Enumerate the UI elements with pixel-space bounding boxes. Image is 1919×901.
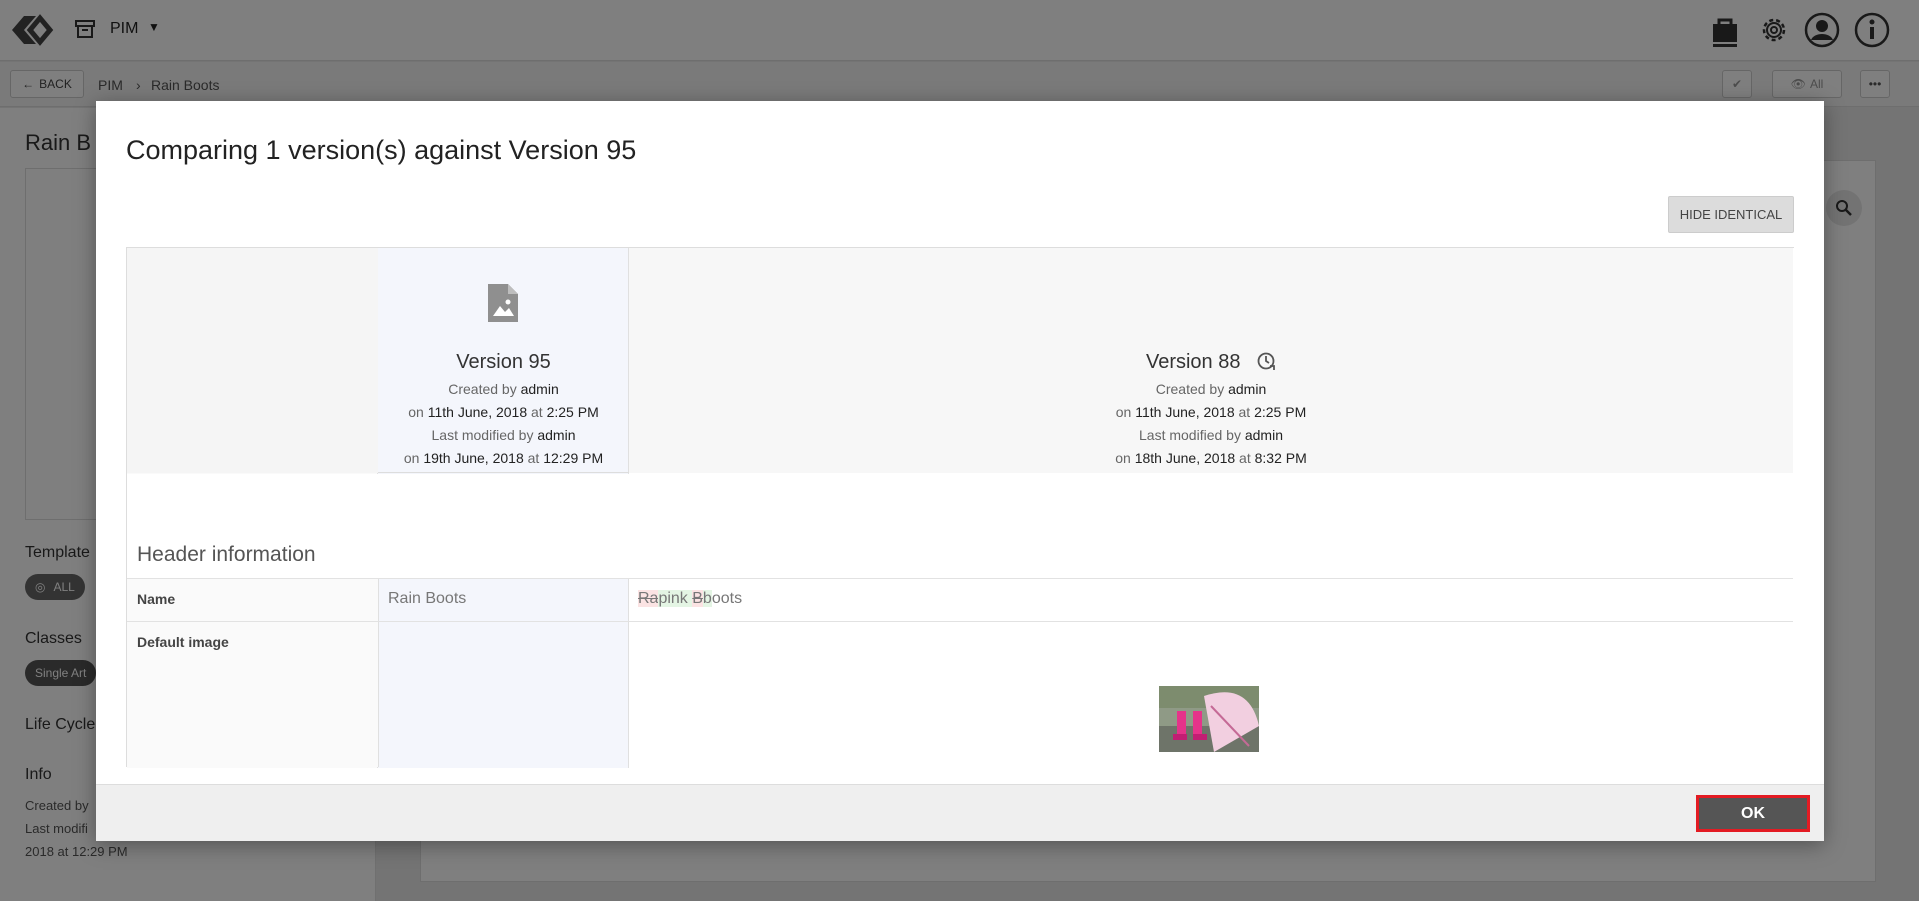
base-modified-time: 12:29 PM [543, 450, 604, 466]
file-image-icon [488, 284, 518, 322]
restore-version-icon[interactable] [1256, 351, 1276, 371]
compare-modified-time: 8:32 PM [1254, 450, 1307, 466]
compare-version-name: Version 88 [1145, 351, 1241, 373]
version-compare-dialog: Comparing 1 version(s) against Version 9… [96, 101, 1824, 841]
compare-created-time: 2:25 PM [1254, 404, 1307, 420]
compare-modified-date: 18th June, 2018 [1134, 450, 1236, 466]
diff-unchanged: oots [711, 590, 743, 607]
compare-created-date: 11th June, 2018 [1135, 404, 1235, 420]
compare-version-header: Version 88 Created by admin on 11th June… [1115, 351, 1307, 466]
table-row: Name Rain Boots Rapink Bboots [127, 578, 1793, 621]
compare-created-by: admin [1228, 381, 1267, 397]
hide-identical-button[interactable]: HIDE IDENTICAL [1668, 196, 1794, 233]
version-header-row: Version 95 Created by admin on 11th June… [127, 248, 1793, 473]
base-name-value: Rain Boots [388, 590, 467, 607]
default-image-thumbnail[interactable] [1159, 686, 1259, 752]
field-label-default-image: Default image [137, 634, 229, 650]
diff-inserted: b [702, 590, 712, 607]
dialog-footer: OK [96, 784, 1824, 841]
section-header-information: Header information [137, 543, 316, 566]
base-modified-by: admin [537, 427, 576, 443]
comparison-table: Version 95 Created by admin on 11th June… [126, 247, 1795, 768]
compare-name-diff: Rapink Bboots [638, 590, 742, 608]
diff-inserted: pink [658, 590, 693, 607]
field-label-name: Name [137, 591, 176, 607]
base-created-by: admin [520, 381, 559, 397]
diff-deleted: B [692, 590, 703, 607]
table-row: Default image [127, 621, 1793, 767]
compare-modified-by: admin [1244, 427, 1283, 443]
base-version-name: Version 95 [456, 351, 551, 373]
dialog-title: Comparing 1 version(s) against Version 9… [126, 135, 637, 165]
base-created-time: 2:25 PM [546, 404, 599, 420]
base-modified-date: 19th June, 2018 [423, 450, 524, 466]
base-version-header: Version 95 Created by admin on 11th June… [378, 248, 629, 473]
ok-button[interactable]: OK [1696, 795, 1810, 832]
diff-deleted: Ra [638, 590, 659, 607]
base-created-date: 11th June, 2018 [427, 404, 528, 420]
